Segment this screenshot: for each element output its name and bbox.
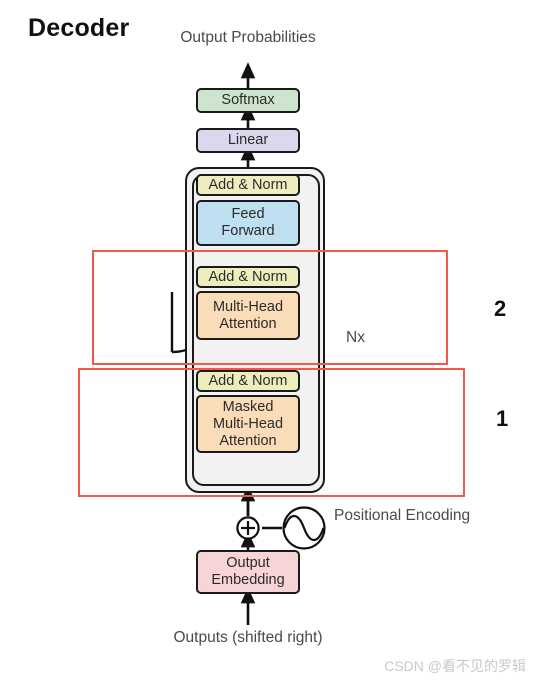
block-feed-forward[interactable]: Feed Forward bbox=[196, 200, 300, 246]
block-linear-label: Linear bbox=[227, 132, 269, 148]
outputs-line2: (shifted right) bbox=[232, 629, 323, 646]
outputs-line1: Outputs bbox=[173, 629, 228, 646]
diagram-canvas: Decoder Output Probabilities Softmax Lin… bbox=[0, 0, 538, 690]
output-probabilities-label: Output Probabilities bbox=[148, 28, 348, 48]
outputs-label: Outputs (shifted right) bbox=[148, 628, 348, 648]
block-add-norm-3[interactable]: Add & Norm bbox=[196, 174, 300, 196]
annotation-number-1: 1 bbox=[496, 406, 509, 431]
positional-encoding-label: Positional Encoding bbox=[334, 506, 470, 526]
sine-wave-icon bbox=[282, 506, 326, 550]
annotation-region-2 bbox=[92, 250, 448, 365]
block-feed-forward-line2: Forward bbox=[221, 223, 275, 239]
residual-add-icon bbox=[236, 516, 260, 540]
block-linear[interactable]: Linear bbox=[196, 128, 300, 153]
block-output-embedding-line2: Embedding bbox=[211, 572, 285, 588]
block-softmax[interactable]: Softmax bbox=[196, 88, 300, 113]
output-probabilities-line1: Output bbox=[180, 29, 227, 46]
block-feed-forward-line1: Feed bbox=[231, 206, 265, 222]
block-add-norm-3-label: Add & Norm bbox=[208, 176, 288, 193]
annotation-number-2: 2 bbox=[494, 296, 507, 321]
block-softmax-label: Softmax bbox=[221, 92, 275, 108]
watermark: CSDN @看不见的罗辑 bbox=[384, 658, 526, 674]
output-probabilities-line2: Probabilities bbox=[231, 29, 316, 46]
block-output-embedding-line1: Output bbox=[226, 555, 270, 571]
block-output-embedding[interactable]: Output Embedding bbox=[196, 550, 300, 594]
positional-encoding-line1: Positional bbox=[334, 507, 402, 524]
positional-encoding-line2: Encoding bbox=[405, 507, 471, 524]
annotation-region-1 bbox=[78, 368, 465, 497]
